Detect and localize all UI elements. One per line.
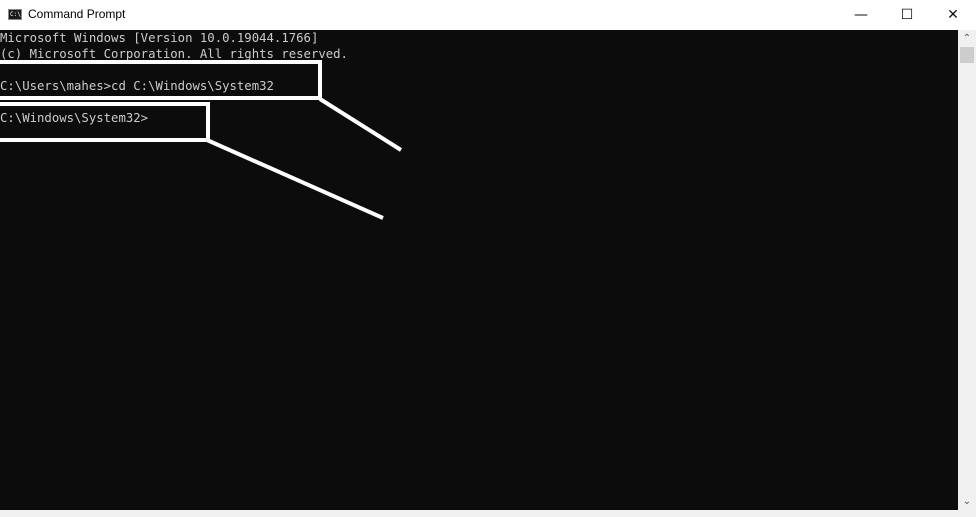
scroll-down-icon[interactable]: ⌄ [958,493,976,510]
scroll-up-icon[interactable]: ⌃ [958,30,976,47]
window-bottom-edge [0,510,976,517]
scroll-thumb[interactable] [960,47,974,63]
vertical-scrollbar[interactable]: ⌃ ⌄ [958,30,976,510]
cd-command-callout [318,97,403,152]
prompt-callout [206,138,384,220]
callout-lines [206,97,403,220]
